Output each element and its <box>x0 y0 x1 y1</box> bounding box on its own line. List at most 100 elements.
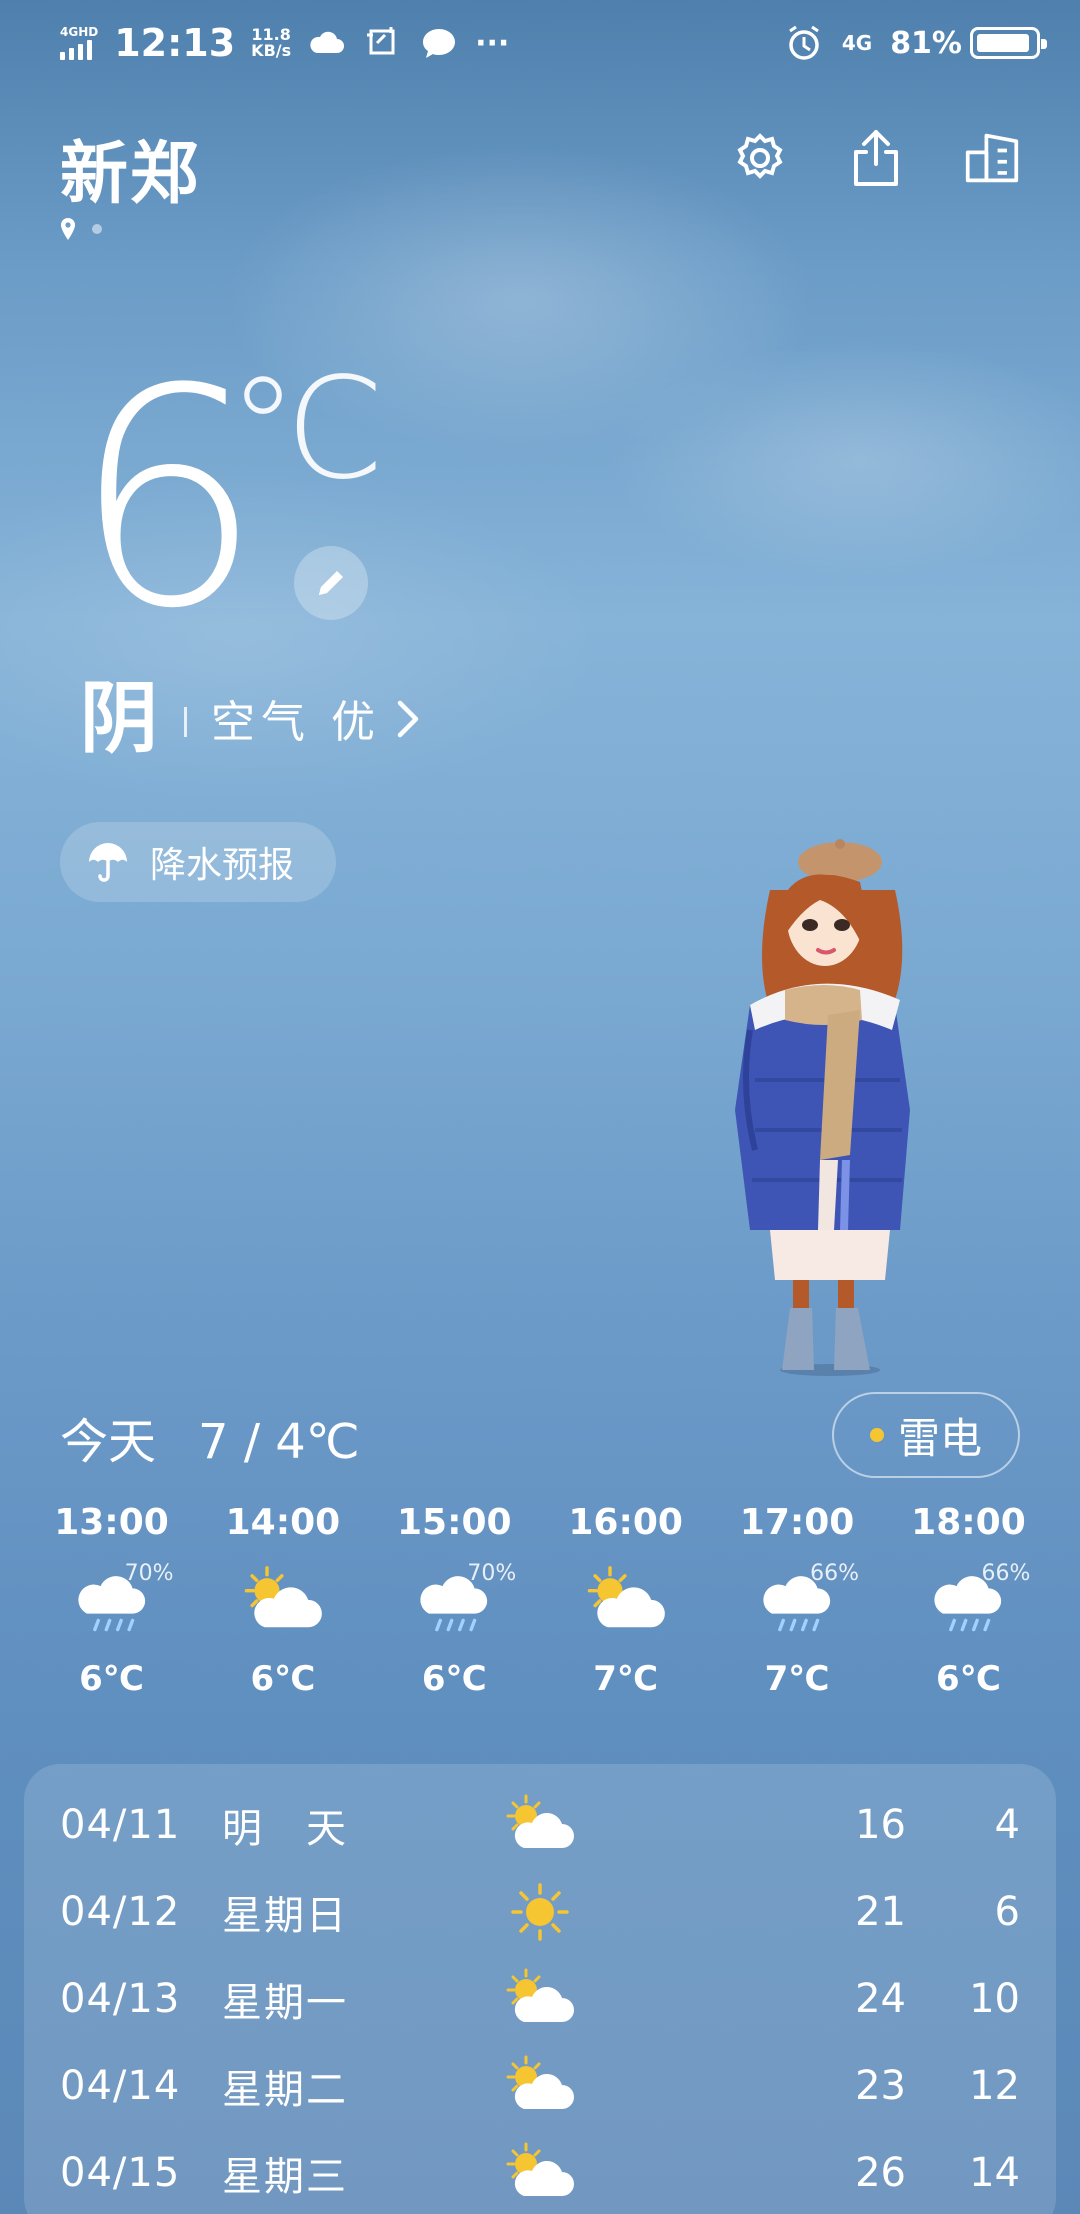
precip-chance: 70% <box>467 1561 517 1586</box>
daily-forecast[interactable]: 04/11 明 天 16 4 04/12 星期日 21 6 04/13 星期一 … <box>24 1764 1056 2214</box>
net-type: 4G <box>841 31 873 55</box>
day-weekday: 星期日 <box>222 1893 348 1939</box>
clock: 12:13 <box>114 21 236 65</box>
day-date: 04/13 <box>60 1976 181 2022</box>
hour-temp: 7℃ <box>764 1659 830 1699</box>
day-high: 23 <box>855 2063 906 2109</box>
settings-button[interactable] <box>732 128 788 188</box>
sun-cloud-icon <box>244 1566 322 1628</box>
day-date: 04/11 <box>60 1802 181 1848</box>
precip-chance: 66% <box>981 1561 1031 1586</box>
today-label: 今天 <box>60 1414 157 1470</box>
hour-time: 16:00 <box>568 1502 683 1543</box>
hourly-item: 18:00 66% 6℃ <box>883 1502 1054 1699</box>
signal-indicator: 4GHD <box>60 26 98 60</box>
hour-time: 18:00 <box>911 1502 1026 1543</box>
hour-temp: 7℃ <box>593 1659 659 1699</box>
daily-row[interactable]: 04/12 星期日 21 6 <box>24 1869 1056 1955</box>
top-actions <box>732 128 1020 188</box>
hour-icon <box>576 1561 676 1641</box>
buildings-icon <box>965 133 1019 183</box>
precip-chance: 66% <box>810 1561 860 1586</box>
hourly-item: 16:00 7℃ <box>540 1502 711 1699</box>
day-date: 04/15 <box>60 2150 181 2196</box>
temperature-unit: ℃ <box>228 348 386 511</box>
hour-temp: 6℃ <box>421 1659 487 1699</box>
share-button[interactable] <box>848 128 904 188</box>
hour-time: 13:00 <box>54 1502 169 1543</box>
battery-icon <box>970 27 1047 59</box>
sun-cloud-icon <box>506 1968 574 2022</box>
precipitation-forecast-button[interactable]: 降水预报 <box>60 822 336 902</box>
hour-icon: 70% <box>404 1561 516 1641</box>
weather-alert-button[interactable]: 雷电 <box>832 1392 1020 1478</box>
daily-row[interactable]: 04/11 明 天 16 4 <box>24 1782 1056 1868</box>
status-bar: 4GHD 12:13 11.8 KB/s ··· 4G 81% <box>0 0 1080 86</box>
chevron-right-icon <box>397 700 419 738</box>
day-weekday: 星期一 <box>222 1980 348 2026</box>
day-low: 6 <box>994 1889 1020 1935</box>
cloud-app-icon <box>310 31 345 53</box>
day-icon <box>502 2051 578 2121</box>
page-indicator <box>60 218 102 240</box>
pencil-icon <box>319 571 343 595</box>
hour-icon: 66% <box>747 1561 859 1641</box>
day-icon <box>502 2138 578 2208</box>
hour-temp: 6℃ <box>936 1659 1001 1699</box>
day-icon <box>502 1964 578 2034</box>
today-summary: 今天 7 / 4℃ <box>60 1402 360 1472</box>
hourly-forecast[interactable]: 13:00 70% 6℃ 14:00 6℃ 15:00 70% 6℃ 16:00… <box>26 1502 1054 1699</box>
today-range: 7 / 4℃ <box>198 1414 360 1470</box>
hour-icon <box>233 1561 333 1641</box>
alert-label: 雷电 <box>897 1413 982 1463</box>
daily-row[interactable]: 04/13 星期一 24 10 <box>24 1956 1056 2042</box>
hourly-item: 17:00 66% 7℃ <box>712 1502 883 1699</box>
sun-cloud-icon <box>506 2055 574 2109</box>
share-icon <box>854 130 898 186</box>
weather-character-illustration <box>735 839 910 1376</box>
day-date: 04/12 <box>60 1889 181 1935</box>
sun-cloud-icon <box>506 2142 574 2196</box>
sun-cloud-icon <box>506 1794 574 1848</box>
speed-unit: KB/s <box>251 41 292 60</box>
day-low: 10 <box>969 1976 1020 2022</box>
precipitation-label: 降水预报 <box>150 845 295 886</box>
weather-condition: 阴 <box>80 674 161 764</box>
sun-icon <box>511 1883 569 1941</box>
battery-percent: 81% <box>890 25 962 61</box>
page-dot <box>92 224 102 234</box>
network-speed: 11.8 KB/s <box>251 27 291 59</box>
battery: 81% <box>890 25 1047 61</box>
daily-row[interactable]: 04/14 星期二 23 12 <box>24 2043 1056 2129</box>
message-icon <box>423 29 456 58</box>
more-notifications: ··· <box>475 25 510 61</box>
hourly-item: 13:00 70% 6℃ <box>26 1502 197 1699</box>
edit-button[interactable] <box>294 546 368 620</box>
hourly-item: 15:00 70% 6℃ <box>369 1502 540 1699</box>
daily-row[interactable]: 04/15 星期三 26 14 <box>24 2130 1056 2214</box>
day-date: 04/14 <box>60 2063 181 2109</box>
precip-chance: 70% <box>124 1561 174 1586</box>
city-manage-button[interactable] <box>964 128 1020 188</box>
screenshot-icon <box>367 27 395 55</box>
day-low: 12 <box>969 2063 1020 2109</box>
hour-time: 15:00 <box>396 1502 512 1543</box>
hour-icon: 66% <box>918 1561 1030 1641</box>
day-weekday: 星期三 <box>222 2154 348 2200</box>
alert-dot <box>869 1428 884 1442</box>
city-name[interactable]: 新郑 <box>60 118 200 217</box>
day-high: 16 <box>855 1802 906 1848</box>
alarm-icon <box>789 25 819 60</box>
hour-time: 14:00 <box>225 1502 341 1543</box>
hour-temp: 6℃ <box>250 1659 316 1699</box>
hour-time: 17:00 <box>739 1502 855 1543</box>
signal-bars-icon <box>60 40 98 60</box>
gear-icon <box>737 133 783 179</box>
network-label: 4GHD <box>60 25 99 39</box>
day-low: 14 <box>969 2150 1020 2196</box>
condition-row[interactable]: 阴 空气 优 <box>80 656 421 768</box>
day-weekday: 星期二 <box>222 2067 348 2113</box>
air-quality: 空气 优 <box>211 697 382 748</box>
location-pin-icon <box>61 218 75 240</box>
day-high: 26 <box>855 2150 906 2196</box>
